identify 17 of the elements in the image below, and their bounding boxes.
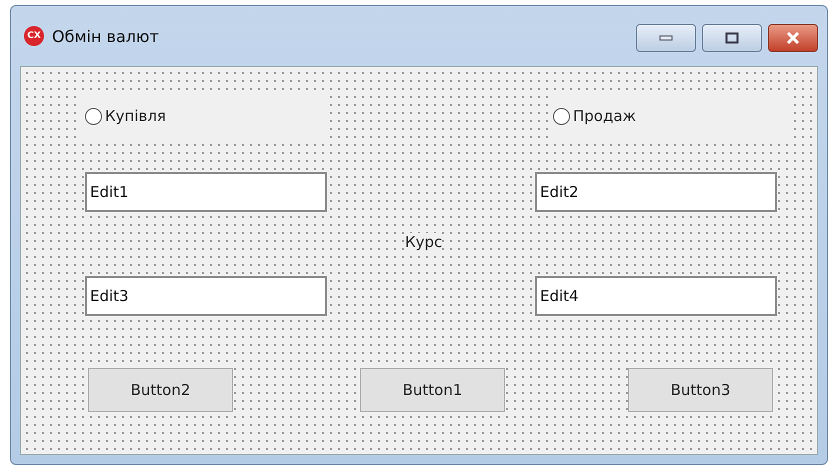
form-button[interactable]: Button1 bbox=[360, 368, 505, 412]
rate-label: Курс bbox=[405, 233, 442, 251]
close-button[interactable] bbox=[768, 24, 818, 52]
edit-field[interactable]: Edit1 bbox=[85, 172, 327, 212]
close-icon bbox=[786, 32, 800, 44]
form-button[interactable]: Button3 bbox=[628, 368, 773, 412]
minimize-button[interactable] bbox=[636, 24, 696, 52]
minimize-icon bbox=[659, 35, 673, 41]
edit-field[interactable]: Edit3 bbox=[85, 276, 327, 316]
edit-field[interactable]: Edit2 bbox=[535, 172, 777, 212]
maximize-button[interactable] bbox=[702, 24, 762, 52]
window-title: Обмін валют bbox=[52, 26, 159, 46]
maximize-icon bbox=[725, 32, 739, 44]
app-logo: CX bbox=[24, 26, 44, 46]
radio-button[interactable]: Купівля bbox=[81, 94, 326, 138]
edit-field[interactable]: Edit4 bbox=[535, 276, 777, 316]
form-button[interactable]: Button2 bbox=[88, 368, 233, 412]
